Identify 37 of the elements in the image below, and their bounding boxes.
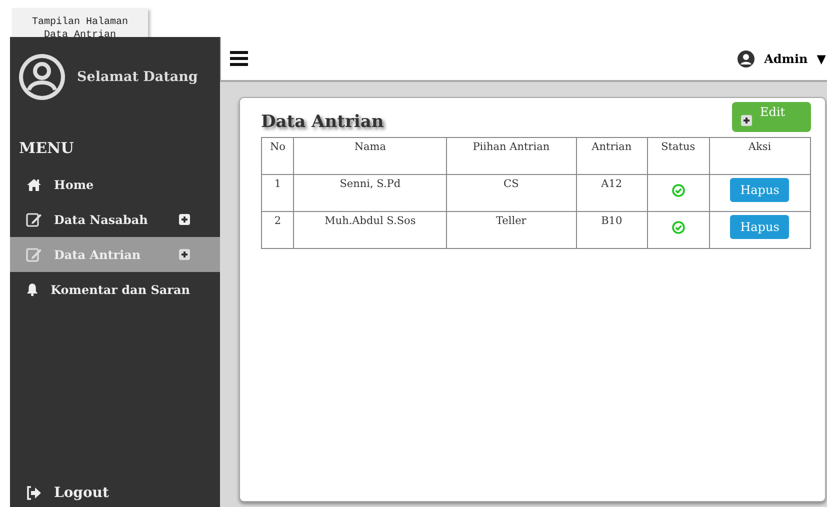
column-header: Status [647,138,710,174]
caret-icon[interactable]: ▼ [816,52,826,66]
table-cell: B10 [576,212,648,248]
table-cell: Teller [446,212,576,248]
menu-icon[interactable] [230,51,248,66]
user-icon[interactable] [737,50,756,68]
table-cell: A12 [576,174,648,212]
table-cell: 1 [262,174,294,212]
table-cell: 2 [262,212,294,248]
logout-icon [26,486,42,500]
plus-square-icon[interactable] [179,249,190,260]
logout-link[interactable]: Logout [10,485,220,507]
column-header: No [262,138,294,174]
table-cell: CS [446,174,576,212]
column-header: Aksi [709,138,810,174]
avatar-icon [19,54,65,100]
plus-square-icon[interactable] [179,214,190,225]
column-header: Piihan Antrian [446,138,576,174]
plus-square-icon[interactable] [741,115,752,126]
sidebar-item[interactable]: Data Nasabah [10,202,220,237]
note-label: Tampilan Halaman Data Antrian [12,8,148,38]
check-circle-icon [672,184,685,197]
greeting: Selamat Datang [77,69,198,85]
column-header: Nama [294,138,446,174]
sidebar-item[interactable]: Komentar dan Saran [10,272,220,307]
user-name[interactable]: Admin [764,52,808,66]
home-icon [26,178,42,192]
column-header: Antrian [576,138,648,174]
bell-icon [26,282,39,297]
page-title: Data Antrian [261,112,384,132]
menu-heading: MENU [18,138,75,159]
edit-icon [26,247,42,262]
table-cell: Senni, S.Pd [294,174,446,212]
sidebar-item[interactable]: Home [10,167,220,202]
table-cell: Muh.Abdul S.Sos [294,212,446,248]
edit-icon [26,212,42,227]
check-circle-icon [672,221,685,234]
